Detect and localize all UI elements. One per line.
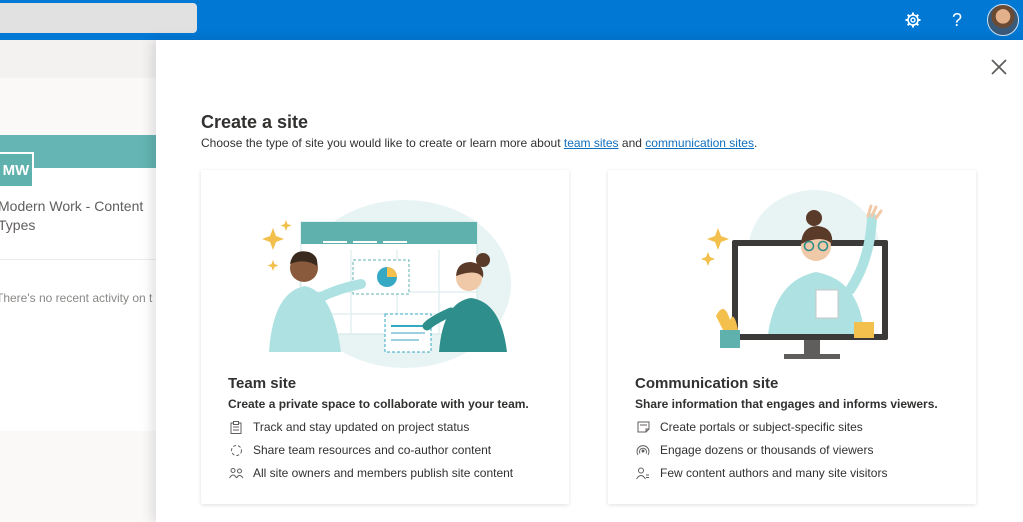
team-feature-3: All site owners and members publish site… <box>228 466 513 480</box>
team-site-card[interactable]: Team site Create a private space to coll… <box>201 170 569 504</box>
gear-icon <box>905 12 921 28</box>
help-button[interactable]: ? <box>945 8 969 32</box>
subtitle-suffix: . <box>753 136 758 150</box>
comm-feature-2: Engage dozens or thousands of viewers <box>635 443 873 457</box>
comm-feature-3-text: Few content authors and many site visito… <box>660 466 888 480</box>
people-icon <box>228 466 244 480</box>
team-sites-link[interactable]: team sites <box>564 136 619 150</box>
close-icon <box>991 59 1007 75</box>
communication-site-title: Communication site <box>635 375 779 392</box>
communication-site-card[interactable]: Communication site Share information tha… <box>608 170 976 504</box>
document-icon <box>635 420 651 434</box>
communication-sites-link[interactable]: communication sites <box>645 136 754 150</box>
site-card[interactable]: MW Modern Work - Content Types There's n… <box>0 135 160 431</box>
site-card-title[interactable]: Modern Work - Content Types <box>0 197 163 235</box>
subtitle-text: Choose the type of site you would like t… <box>201 136 564 150</box>
comm-feature-3: Few content authors and many site visito… <box>635 466 887 480</box>
panel-title: Create a site <box>201 112 309 132</box>
sync-icon <box>228 443 244 457</box>
background-command-bar <box>0 40 160 78</box>
team-site-illustration <box>262 200 511 368</box>
team-feature-2: Share team resources and co-author conte… <box>228 443 491 457</box>
broadcast-icon <box>635 443 651 457</box>
site-logo: MW <box>0 152 34 188</box>
suite-header: ? <box>0 0 1023 40</box>
search-input[interactable] <box>0 3 197 33</box>
create-site-panel: Create a site Choose the type of site yo… <box>156 40 1023 522</box>
team-feature-3-text: All site owners and members publish site… <box>253 466 514 480</box>
close-button[interactable] <box>988 56 1010 78</box>
subtitle-and: and <box>618 136 646 150</box>
settings-button[interactable] <box>901 8 925 32</box>
team-feature-1-text: Track and stay updated on project status <box>253 420 470 434</box>
help-icon: ? <box>951 9 962 30</box>
person-icon <box>635 466 651 480</box>
team-site-title: Team site <box>228 375 297 392</box>
communication-site-illustration <box>701 190 888 359</box>
comm-feature-1-text: Create portals or subject-specific sites <box>660 420 863 434</box>
divider <box>0 259 160 260</box>
clipboard-icon <box>228 420 244 434</box>
comm-feature-2-text: Engage dozens or thousands of viewers <box>660 443 874 457</box>
team-feature-1: Track and stay updated on project status <box>228 420 469 434</box>
panel-subtitle: Choose the type of site you would like t… <box>201 136 757 150</box>
user-avatar[interactable] <box>987 4 1019 36</box>
team-site-description: Create a private space to collaborate wi… <box>228 397 529 411</box>
communication-site-description: Share information that engages and infor… <box>635 397 938 411</box>
site-card-activity: There's no recent activity on t <box>0 291 153 305</box>
comm-feature-1: Create portals or subject-specific sites <box>635 420 863 434</box>
team-feature-2-text: Share team resources and co-author conte… <box>253 443 492 457</box>
